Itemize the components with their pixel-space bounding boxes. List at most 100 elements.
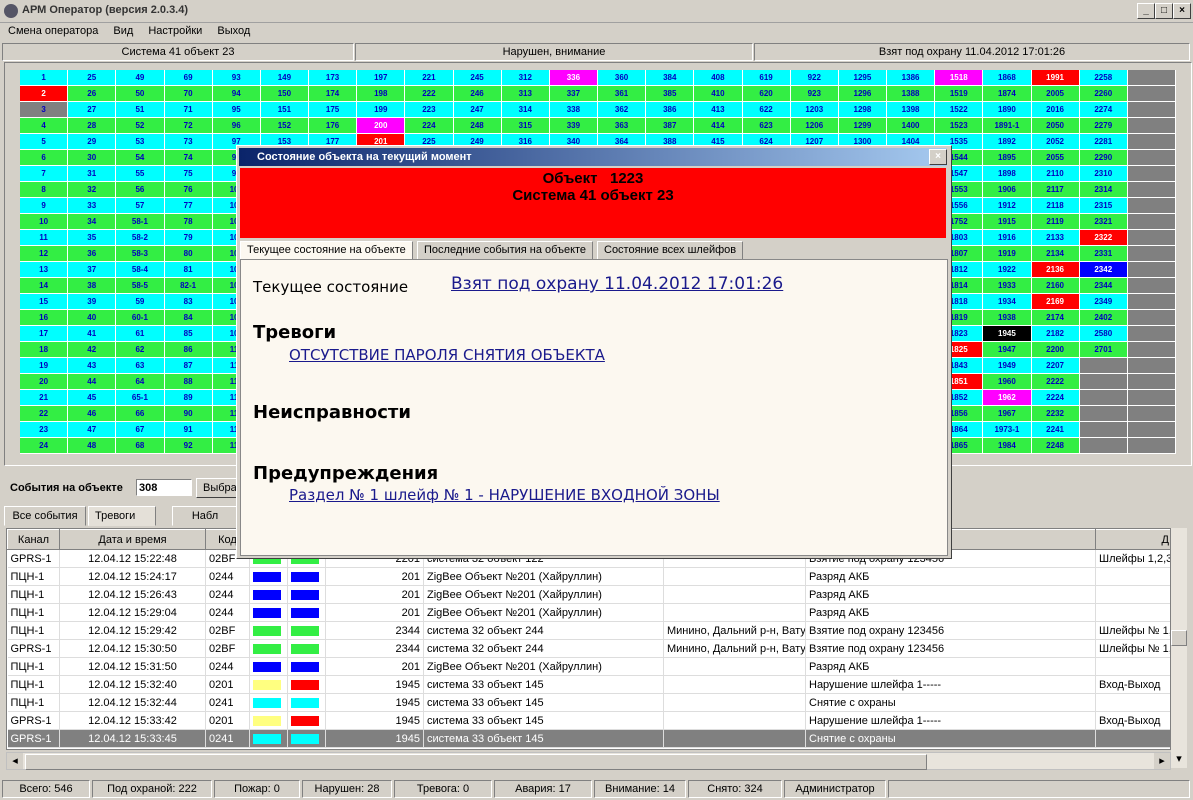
- grid-cell[interactable]: 57: [116, 198, 165, 214]
- grid-cell[interactable]: 1519: [935, 86, 984, 102]
- grid-cell[interactable]: [1127, 182, 1176, 198]
- grid-cell[interactable]: 2290: [1079, 150, 1128, 166]
- grid-cell[interactable]: 620: [742, 86, 791, 102]
- grid-cell[interactable]: 2055: [1031, 150, 1080, 166]
- horizontal-scrollbar[interactable]: ◂ ▸: [6, 752, 1171, 770]
- grid-cell[interactable]: [1127, 246, 1176, 262]
- grid-cell[interactable]: [1127, 278, 1176, 294]
- grid-cell[interactable]: 198: [357, 86, 406, 102]
- grid-cell[interactable]: 410: [694, 86, 743, 102]
- grid-cell[interactable]: 44: [68, 374, 117, 390]
- current-state-link[interactable]: Взят под охрану 11.04.2012 17:01:26: [451, 274, 783, 294]
- grid-cell[interactable]: 2232: [1031, 406, 1080, 422]
- grid-cell[interactable]: 2005: [1031, 86, 1080, 102]
- grid-cell[interactable]: 2314: [1079, 182, 1128, 198]
- grid-cell[interactable]: [1079, 374, 1128, 390]
- grid-cell[interactable]: 1947: [983, 342, 1032, 358]
- grid-cell[interactable]: 2: [20, 86, 69, 102]
- tab-alarms[interactable]: Тревоги: [88, 506, 156, 526]
- grid-cell[interactable]: 43: [68, 358, 117, 374]
- grid-cell[interactable]: 2274: [1079, 102, 1128, 118]
- table-row[interactable]: GPRS-1 12.04.12 15:30:50 02BF 2344 система 3…: [7, 639, 1170, 658]
- grid-cell[interactable]: 1892: [983, 134, 1032, 150]
- grid-cell[interactable]: 92: [164, 438, 213, 454]
- grid-cell[interactable]: 2349: [1079, 294, 1128, 310]
- table-row[interactable]: ПЦН-1 12.04.12 15:31:50 0244 201 ZigBee Объе…: [7, 657, 1170, 676]
- minimize-icon[interactable]: _: [1137, 3, 1155, 19]
- grid-cell[interactable]: 313: [501, 86, 550, 102]
- grid-cell[interactable]: 338: [549, 102, 598, 118]
- grid-cell[interactable]: 2119: [1031, 214, 1080, 230]
- grid-cell[interactable]: 21: [20, 390, 69, 406]
- grid-cell[interactable]: 89: [164, 390, 213, 406]
- grid-cell[interactable]: 28: [68, 118, 117, 134]
- grid-cell[interactable]: 53: [116, 134, 165, 150]
- grid-cell[interactable]: [1127, 358, 1176, 374]
- grid-cell[interactable]: 83: [164, 294, 213, 310]
- grid-cell[interactable]: [1079, 390, 1128, 406]
- maximize-icon[interactable]: □: [1155, 3, 1173, 19]
- object-number-input[interactable]: [136, 479, 192, 496]
- grid-cell[interactable]: 2174: [1031, 310, 1080, 326]
- grid-cell[interactable]: 17: [20, 326, 69, 342]
- alarm-link[interactable]: ОТСУТСТВИЕ ПАРОЛЯ СНЯТИЯ ОБЪЕКТА: [289, 346, 605, 364]
- grid-cell[interactable]: 23: [20, 422, 69, 438]
- grid-cell[interactable]: 176: [309, 118, 358, 134]
- grid-cell[interactable]: 64: [116, 374, 165, 390]
- grid-cell[interactable]: 32: [68, 182, 117, 198]
- grid-cell[interactable]: 29: [68, 134, 117, 150]
- grid-cell[interactable]: 58-4: [116, 262, 165, 278]
- grid-cell[interactable]: 361: [598, 86, 647, 102]
- grid-cell[interactable]: [1127, 150, 1176, 166]
- grid-cell[interactable]: 1523: [935, 118, 984, 134]
- vscroll-thumb[interactable]: [1171, 630, 1187, 646]
- grid-cell[interactable]: 2580: [1079, 326, 1128, 342]
- grid-cell[interactable]: 7: [20, 166, 69, 182]
- grid-cell[interactable]: 619: [742, 70, 791, 86]
- grid-cell[interactable]: [1079, 358, 1128, 374]
- grid-cell[interactable]: 1299: [838, 118, 887, 134]
- grid-cell[interactable]: 69: [164, 70, 213, 86]
- grid-cell[interactable]: 923: [790, 86, 839, 102]
- grid-cell[interactable]: [1127, 326, 1176, 342]
- grid-cell[interactable]: 1522: [935, 102, 984, 118]
- grid-cell[interactable]: 2224: [1031, 390, 1080, 406]
- grid-cell[interactable]: 41: [68, 326, 117, 342]
- grid-cell[interactable]: [1079, 438, 1128, 454]
- grid-cell[interactable]: 2118: [1031, 198, 1080, 214]
- grid-cell[interactable]: 1386: [887, 70, 936, 86]
- grid-cell[interactable]: 245: [453, 70, 502, 86]
- grid-cell[interactable]: 1868: [983, 70, 1032, 86]
- grid-cell[interactable]: [1079, 422, 1128, 438]
- table-row[interactable]: GPRS-1 12.04.12 15:33:45 0241 1945 система 3…: [7, 729, 1170, 748]
- grid-cell[interactable]: 14: [20, 278, 69, 294]
- scroll-down-icon[interactable]: ▾: [1171, 752, 1187, 768]
- grid-cell[interactable]: 336: [549, 70, 598, 86]
- grid-cell[interactable]: 67: [116, 422, 165, 438]
- grid-cell[interactable]: 2182: [1031, 326, 1080, 342]
- grid-cell[interactable]: 91: [164, 422, 213, 438]
- grid-cell[interactable]: 1967: [983, 406, 1032, 422]
- grid-cell[interactable]: 58-5: [116, 278, 165, 294]
- grid-cell[interactable]: 222: [405, 86, 454, 102]
- menu-exit[interactable]: Выход: [217, 25, 250, 37]
- grid-cell[interactable]: 1295: [838, 70, 887, 86]
- grid-cell[interactable]: [1127, 406, 1176, 422]
- grid-cell[interactable]: 247: [453, 102, 502, 118]
- grid-cell[interactable]: 2322: [1079, 230, 1128, 246]
- grid-cell[interactable]: 71: [164, 102, 213, 118]
- grid-cell[interactable]: 50: [116, 86, 165, 102]
- grid-cell[interactable]: 96: [212, 118, 261, 134]
- grid-cell[interactable]: 87: [164, 358, 213, 374]
- grid-cell[interactable]: 33: [68, 198, 117, 214]
- grid-cell[interactable]: 3: [20, 102, 69, 118]
- grid-cell[interactable]: 11: [20, 230, 69, 246]
- grid-cell[interactable]: 62: [116, 342, 165, 358]
- grid-cell[interactable]: 76: [164, 182, 213, 198]
- grid-cell[interactable]: 77: [164, 198, 213, 214]
- grid-cell[interactable]: 1919: [983, 246, 1032, 262]
- col-datetime[interactable]: Дата и время: [59, 529, 206, 550]
- grid-cell[interactable]: 386: [646, 102, 695, 118]
- grid-cell[interactable]: 2258: [1079, 70, 1128, 86]
- grid-cell[interactable]: 51: [116, 102, 165, 118]
